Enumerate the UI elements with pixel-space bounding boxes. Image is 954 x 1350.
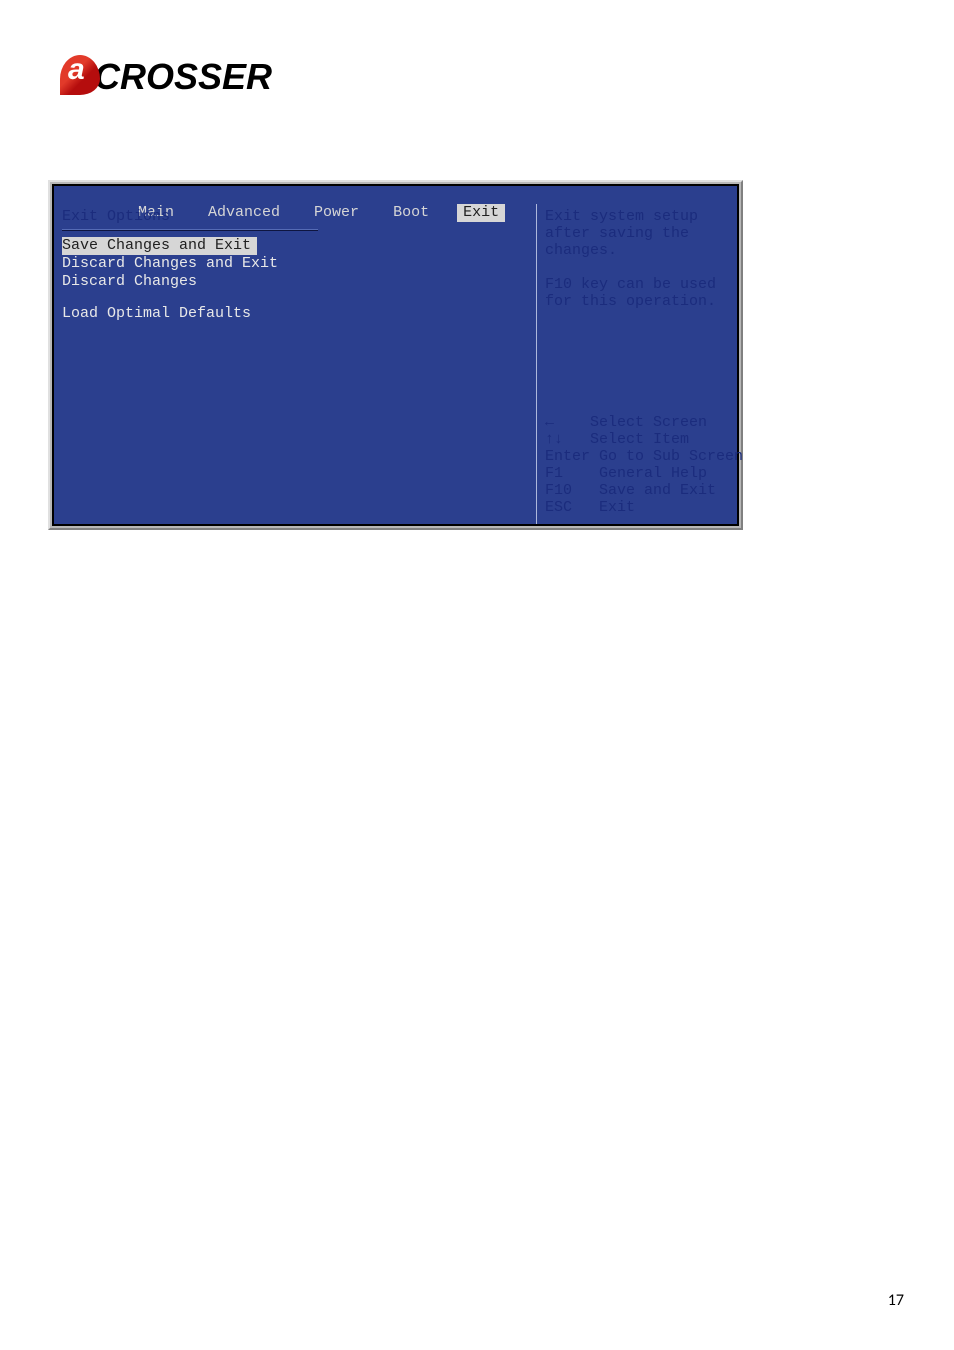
brand-logo: CROSSER: [60, 55, 272, 98]
nav-action: Select Screen: [590, 414, 707, 431]
nav-legend: ← Select Screen ↑↓ Select Item Enter Go …: [545, 414, 729, 516]
section-title: Exit Options: [62, 208, 528, 227]
bios-tabbar: MainAdvancedPowerBootExit: [54, 186, 737, 204]
bios-left-pane: Exit Options Save Changes and Exit Disca…: [54, 204, 537, 524]
nav-action: Go to Sub Screen: [599, 448, 743, 465]
section-divider: [62, 229, 318, 231]
bios-panel: MainAdvancedPowerBootExit Exit Options S…: [52, 184, 739, 526]
nav-key: F10: [545, 482, 572, 499]
nav-row: ← Select Screen: [545, 414, 729, 431]
nav-row: ESC Exit: [545, 499, 729, 516]
menu-item-discard-exit[interactable]: Discard Changes and Exit: [62, 255, 528, 273]
nav-key: F1: [545, 465, 563, 482]
nav-action: Select Item: [590, 431, 689, 448]
help-text: Exit system setup after saving the chang…: [545, 208, 729, 310]
nav-key: Enter: [545, 448, 590, 465]
menu-item-save-exit[interactable]: Save Changes and Exit: [62, 237, 257, 255]
bios-right-pane: Exit system setup after saving the chang…: [537, 204, 737, 524]
menu-gap: [62, 291, 528, 305]
nav-action: General Help: [599, 465, 707, 482]
nav-action: Exit: [599, 499, 635, 516]
nav-action: Save and Exit: [599, 482, 716, 499]
logo-icon: [60, 55, 100, 95]
nav-row: F10 Save and Exit: [545, 482, 729, 499]
bios-screenshot: MainAdvancedPowerBootExit Exit Options S…: [48, 180, 743, 530]
page: CROSSER MainAdvancedPowerBootExit Exit O…: [0, 0, 954, 1350]
page-number: 17: [888, 1291, 904, 1310]
menu-item-discard[interactable]: Discard Changes: [62, 273, 528, 291]
nav-key: ↑↓: [545, 431, 563, 448]
nav-row: ↑↓ Select Item: [545, 431, 729, 448]
nav-row: F1 General Help: [545, 465, 729, 482]
nav-key: ←: [545, 414, 554, 431]
nav-key: ESC: [545, 499, 572, 516]
logo-text: CROSSER: [94, 56, 272, 97]
nav-row: Enter Go to Sub Screen: [545, 448, 729, 465]
bios-body: Exit Options Save Changes and Exit Disca…: [54, 204, 737, 524]
menu-item-load-defaults[interactable]: Load Optimal Defaults: [62, 305, 528, 323]
